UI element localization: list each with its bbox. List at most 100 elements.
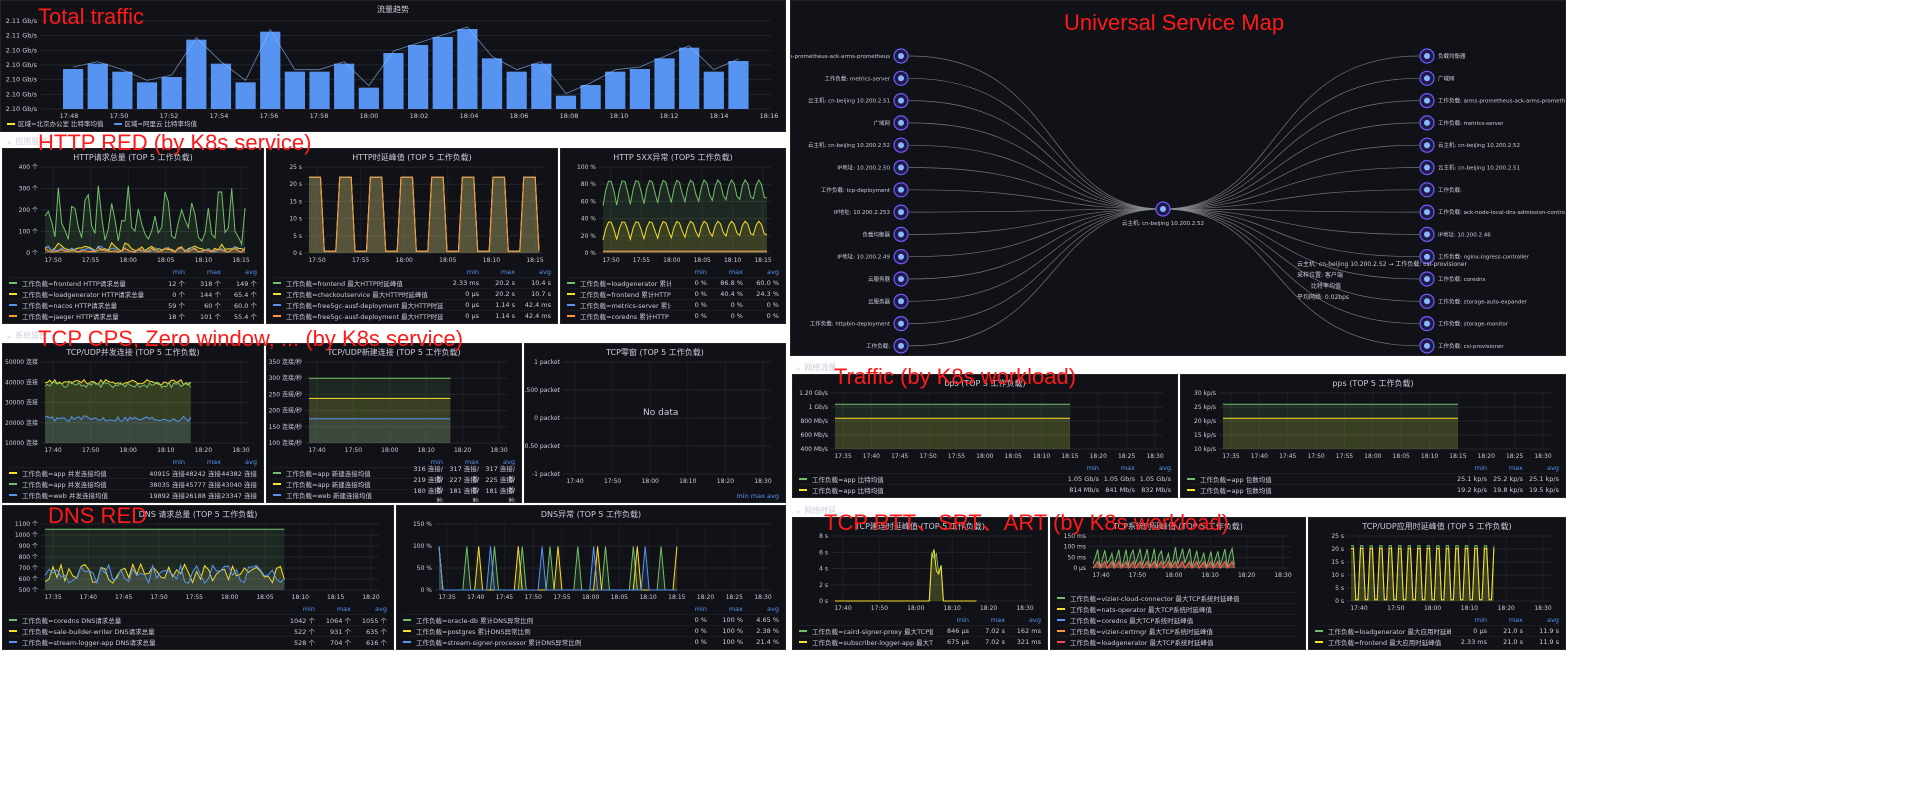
legend-row[interactable]: 工作负载=frontend 累计HTTP 5XX比例 0 % 40.4 % 24.3 …: [567, 288, 779, 299]
legend-row[interactable]: 工作负载=nacos HTTP请求总量 59 个 60 个 60.0 个: [9, 299, 257, 310]
legend-row[interactable]: 工作负载=free5gc-ausf-deployment 最大HTTP时延峰值 0…: [273, 299, 551, 310]
legend-col-min[interactable]: min: [1451, 616, 1487, 625]
legend-row[interactable]: 工作负载=web 并发连接均值 19892 连接 26188 连接 23347 连接: [9, 489, 257, 500]
legend-row[interactable]: 工作负载=jaeger HTTP请求总量 18 个 101 个 55.4 个: [9, 310, 257, 321]
series-swatch: [403, 630, 411, 632]
legend-row[interactable]: 工作负载=loadgenerator HTTP请求总量 0 个 144 个 65.4 …: [9, 288, 257, 299]
legend-item[interactable]: 区域=北京办公室 比特率均值: [7, 118, 104, 128]
legend-row[interactable]: 工作负载=app 比特均值 1.05 Gb/s 1.05 Gb/s 1.05 Gb/s: [799, 473, 1171, 484]
series-min: 528 个: [294, 639, 315, 647]
series-min: 675 μs: [947, 638, 969, 646]
legend-row[interactable]: 工作负载=subscriber-logger-app 最大TCP建连时延峰值 67…: [799, 636, 1041, 647]
legend-row[interactable]: 工作负载=sale-builder-writer DNS请求总量 522 个 931…: [9, 625, 387, 636]
legend-col-avg[interactable]: avg: [221, 458, 257, 467]
legend-col-min[interactable]: min: [1451, 464, 1487, 473]
x-tick-label: 17:55: [186, 594, 203, 601]
legend-col-max[interactable]: max: [315, 605, 351, 614]
no-data-label: No data: [643, 408, 679, 418]
legend-col-min[interactable]: min: [671, 605, 707, 614]
legend-col-avg[interactable]: avg: [1135, 464, 1171, 473]
series-area: [45, 185, 245, 253]
legend-col-max[interactable]: max: [479, 268, 515, 277]
legend-col-min[interactable]: min: [933, 616, 969, 625]
tcp-concurrent-panel: TCP/UDP并发连接 (TOP 5 工作负载) 50000 连接 40000 连…: [2, 343, 264, 503]
x-tick-label: 18:10: [483, 257, 500, 264]
legend-table: min max avg 工作负载=frontend HTTP请求总量 12 个 318 个…: [9, 268, 257, 321]
section-net-flow[interactable]: ⌄ 网络流量: [795, 362, 836, 373]
legend-col-min[interactable]: min: [149, 268, 185, 277]
legend-col-max[interactable]: max: [707, 605, 743, 614]
legend-col-avg[interactable]: avg: [351, 605, 387, 614]
legend-col-max[interactable]: max: [1487, 464, 1523, 473]
legend-row[interactable]: 工作负载=checkoutservice 最大HTTP时延峰值 0 μs 20.2 …: [273, 288, 551, 299]
legend-row[interactable]: 工作负载=app 比特均值 814 Mb/s 841 Mb/s 832 Mb/s: [799, 484, 1171, 495]
center-node-label: 云主机: cn-beijing 10.200.2.52: [1122, 219, 1204, 227]
edge-line: [1162, 208, 1420, 258]
legend-col-min[interactable]: min: [149, 458, 185, 467]
y-tick-label: 40000 连接: [5, 378, 38, 386]
legend-col-avg[interactable]: avg: [1005, 616, 1041, 625]
y-tick-label: 10000 连接: [5, 439, 38, 447]
legend-col-avg[interactable]: avg: [1523, 616, 1559, 625]
legend-row[interactable]: 工作负载=loadgenerator 最大应用时延峰值 0 μs 21.0 s 11.…: [1315, 625, 1559, 636]
service-node-glyph: [898, 164, 904, 171]
legend-row[interactable]: 工作负载=metrics-server 累计HTTP 5XX比例 0 % 0 % 0 …: [567, 299, 779, 310]
legend-row[interactable]: 工作负载=app 并发连接均值 40915 连接 48242 连接 44382 连接: [9, 467, 257, 478]
tcp-zero-chart: 1 packet 0.500 packet 0 packet -0.50 packet…: [525, 359, 772, 485]
legend-col-max[interactable]: max: [185, 458, 221, 467]
series-avg: 60.0 %: [756, 279, 779, 287]
legend-col-min[interactable]: min: [671, 268, 707, 277]
legend-row[interactable]: 工作负载=frontend HTTP请求总量 12 个 318 个 149 个: [9, 277, 257, 288]
legend-col-avg[interactable]: avg: [743, 268, 779, 277]
legend-item[interactable]: 区域=阿里云 比特率均值: [113, 118, 197, 128]
legend-col-max[interactable]: max: [969, 616, 1005, 625]
x-tick-label: 17:55: [352, 257, 369, 264]
legend-col-max[interactable]: max: [1487, 616, 1523, 625]
legend-row[interactable]: 工作负载=free5gc-ausf-deployment 最大HTTP时延峰值 0…: [273, 310, 551, 321]
legend-col-avg[interactable]: avg: [515, 268, 551, 277]
legend-col-min[interactable]: min: [1063, 464, 1099, 473]
legend-row[interactable]: 工作负载=stream-logger-app DNS请求总量 528 个 704 个…: [9, 636, 387, 647]
legend-row[interactable]: 工作负载=coredns 最大TCP系统时延峰值: [1057, 614, 1299, 625]
legend-row[interactable]: 工作负载=oracle-db 累计DNS异常比例 0 % 100 % 4.65 %: [403, 614, 779, 625]
y-tick-label: 20 kp/s: [1194, 418, 1216, 425]
legend-table: min max avg 工作负载=app 新建连接均值 316 连接/秒 317 连接/秒…: [273, 458, 515, 502]
legend-row[interactable]: 工作负载=coredns DNS请求总量 1042 个 1064 个 1055 个: [9, 614, 387, 625]
legend-row[interactable]: 工作负载=frontend 最大HTTP时延峰值 2.33 ms 20.2 s 10.…: [273, 277, 551, 288]
legend-row[interactable]: 工作负载=nats-operator 最大TCP系统时延峰值: [1057, 603, 1299, 614]
legend-row[interactable]: 工作负载=caird-signer-proxy 最大TCP建连时延峰值 846 μ…: [799, 625, 1041, 636]
x-tick-label: 18:20: [697, 594, 714, 601]
legend-row[interactable]: 工作负载=app 并发连接均值 38035 连接 45777 连接 43040 连接: [9, 478, 257, 489]
legend-col-avg[interactable]: avg: [743, 605, 779, 614]
node-label: 负载均衡器: [862, 230, 890, 238]
legend-row[interactable]: 工作负载=app 包数均值 25.1 kp/s 25.2 kp/s 25.1 kp/s: [1187, 473, 1559, 484]
legend-row[interactable]: 工作负载=postgres 累计DNS异常比例 0 % 100 % 2.38 %: [403, 625, 779, 636]
node-label: 工作负载: httpbin-deployment: [810, 320, 891, 328]
legend-col-max[interactable]: max: [707, 268, 743, 277]
legend-col-min[interactable]: min: [279, 605, 315, 614]
legend-row[interactable]: 工作负载=frontend 最大应用时延峰值 2.33 ms 21.0 s 11.9 …: [1315, 636, 1559, 647]
x-tick-label: 18:30: [754, 594, 771, 601]
legend-row[interactable]: 工作负载=app 包数均值 19.2 kp/s 19.8 kp/s 19.5 kp/s: [1187, 484, 1559, 495]
series-max: 181 连接/秒: [449, 487, 479, 503]
legend-col-max[interactable]: max: [1099, 464, 1135, 473]
legend-row[interactable]: 工作负载=coredns 累计HTTP 5XX比例 0 % 0 % 0 %: [567, 310, 779, 321]
legend-row[interactable]: 工作负载=vizier-cloud-connector 最大TCP系统时延峰值: [1057, 592, 1299, 603]
series-max: 21.0 s: [1503, 627, 1523, 635]
legend-col-min[interactable]: min: [443, 268, 479, 277]
edge-line: [908, 77, 1164, 210]
legend-col-avg[interactable]: avg: [221, 268, 257, 277]
legend-row[interactable]: 工作负载=stream-signer-processor 累计DNS异常比例 0 …: [403, 636, 779, 647]
legend-row[interactable]: 工作负载=web 新建连接均值 180 连接/秒 181 连接/秒 181 连接/秒: [273, 487, 515, 502]
legend-row[interactable]: 工作负载=vizier-certmgr 最大TCP系统时延峰值: [1057, 625, 1299, 636]
series-swatch: [1057, 619, 1065, 621]
x-tick-label: 18:20: [980, 605, 997, 612]
legend-row[interactable]: 工作负载=loadgenerator 累计HTTP 5XX比例 0 % 86.8 %…: [567, 277, 779, 288]
legend-row[interactable]: 工作负载=loadgenerator 最大TCP系统时延峰值: [1057, 636, 1299, 647]
legend-col-max[interactable]: max: [185, 268, 221, 277]
series-name: 工作负载=web 并发连接均值: [22, 492, 108, 500]
series-name: 工作负载=stream-signer-processor 累计DNS异常比例: [416, 639, 582, 647]
series-swatch: [1187, 489, 1195, 491]
legend-col-avg[interactable]: avg: [1523, 464, 1559, 473]
series-swatch: [1057, 630, 1065, 632]
